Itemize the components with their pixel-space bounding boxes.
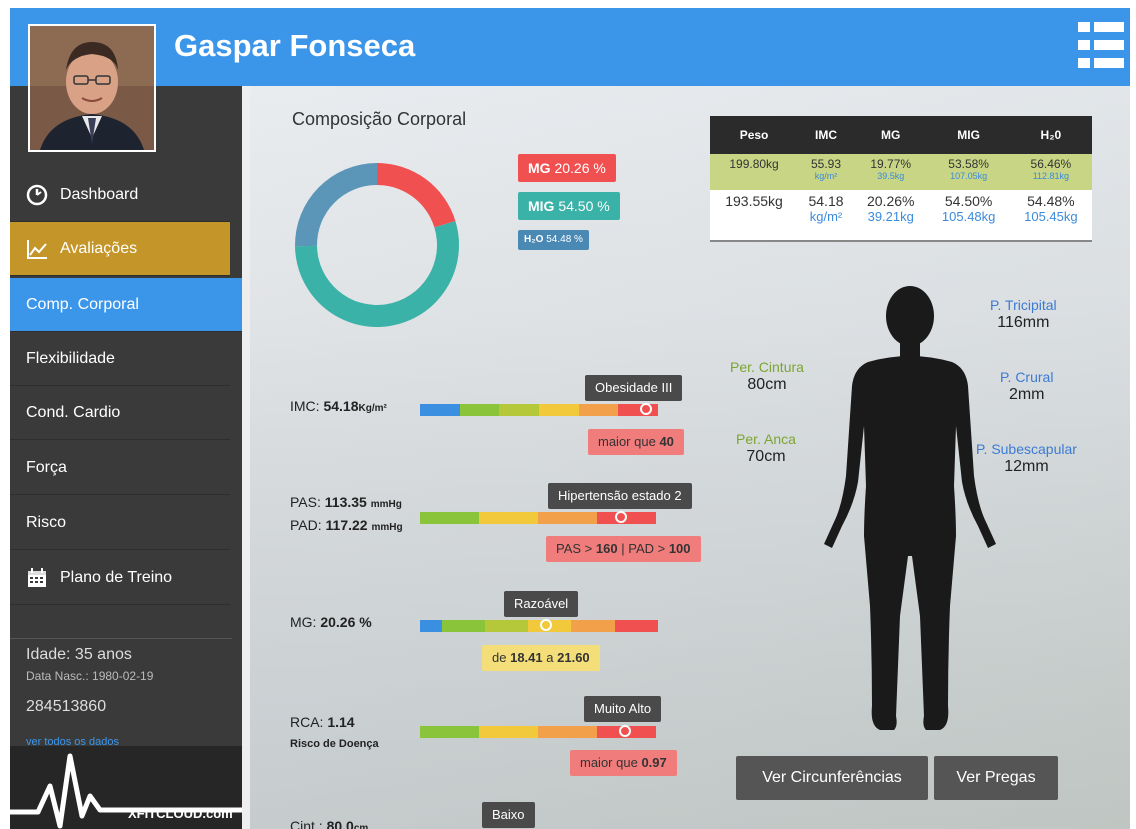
p-tricipital-label: P. Tricipital 116mm xyxy=(990,297,1057,331)
mig-segment xyxy=(295,220,459,327)
rca-status-pill: Muito Alto xyxy=(584,696,662,722)
mig-tag-value: 54.50 % xyxy=(558,198,610,214)
mg-tag: MG 20.26 % xyxy=(518,154,616,182)
sidebar-item-avaliacoes[interactable]: Avaliações xyxy=(10,222,230,276)
other-segment xyxy=(295,163,377,247)
table-header: IMC xyxy=(798,116,854,154)
table-header: MG xyxy=(853,116,928,154)
mg-tag-name: MG xyxy=(528,160,551,176)
sidebar-item-label: Risco xyxy=(26,513,67,531)
age-text: Idade: 35 anos xyxy=(26,646,132,663)
mg-status-pill: Razoável xyxy=(504,591,579,617)
logo-text: XFITCLOUD.com xyxy=(128,806,233,821)
chart-line-icon xyxy=(27,239,47,259)
page-title: Composição Corporal xyxy=(292,109,467,129)
mg-tag-value: 20.26 % xyxy=(554,160,606,176)
imc-gauge-bar xyxy=(420,404,659,416)
ver-circunferencias-button[interactable]: Ver Circunferências xyxy=(736,756,928,800)
table-cell: 54.18 kg/m² xyxy=(798,190,854,242)
stats-table: Peso IMC MG MIG H₂0 199.80kg 55.93 kg/m² … xyxy=(710,116,1092,242)
table-cell: 20.26% 39.21kg xyxy=(853,190,928,242)
h2o-tag-name: H₂O xyxy=(524,234,544,245)
p-subescapular-label: P. Subescapular 12mm xyxy=(976,441,1077,475)
rca-label: RCA: 1.14 Risco de Doença xyxy=(290,714,379,750)
sidebar-item-cond-cardio[interactable]: Cond. Cardio xyxy=(10,386,230,440)
id-number-text: 284513860 xyxy=(26,698,107,715)
table-header: H₂0 xyxy=(1009,116,1092,154)
pressure-status-pill: Hipertensão estado 2 xyxy=(548,483,692,509)
ver-pregas-button[interactable]: Ver Pregas xyxy=(934,756,1058,800)
table-row: 199.80kg 55.93 kg/m² 19.77% 39.5kg 53.58% 1… xyxy=(710,154,1092,190)
sidebar-item-forca[interactable]: Força xyxy=(10,441,230,495)
mig-tag-name: MIG xyxy=(528,198,555,214)
avatar[interactable] xyxy=(28,24,156,152)
list-menu-icon[interactable] xyxy=(1078,22,1124,68)
per-cintura-label: Per. Cintura 80cm xyxy=(730,359,804,393)
table-cell: 55.93 kg/m² xyxy=(798,154,854,190)
sidebar-item-flexibilidade[interactable]: Flexibilidade xyxy=(10,332,230,386)
table-cell: 56.46% 112.81kg xyxy=(1009,154,1092,190)
table-cell: 53.58% 107.05kg xyxy=(927,154,1010,190)
mg-range-pill: de 18.41 a 21.60 xyxy=(482,645,600,671)
imc-range-pill: maior que 40 xyxy=(588,429,684,455)
sidebar-item-risco[interactable]: Risco xyxy=(10,496,230,550)
mg-gauge-bar xyxy=(420,620,658,632)
body-silhouette xyxy=(824,286,996,730)
sidebar-item-plano-treino[interactable]: Plano de Treino xyxy=(10,551,230,605)
sidebar-item-label: Avaliações xyxy=(60,239,138,257)
table-row: 193.55kg 54.18 kg/m² 20.26% 39.21kg 54.50%… xyxy=(710,190,1092,242)
sidebar-item-label: Flexibilidade xyxy=(26,349,115,367)
mg-segment xyxy=(377,163,456,228)
birth-date-text: Data Nasc.: 1980-02-19 xyxy=(26,669,154,683)
sidebar-divider xyxy=(10,638,232,639)
cint-label: Cint.: 80.0cm xyxy=(290,818,369,829)
mg-label: MG: 20.26 % xyxy=(290,614,372,630)
user-name: Gaspar Fonseca xyxy=(174,28,416,63)
sidebar-item-comp-corporal[interactable]: Comp. Corporal xyxy=(10,278,242,332)
composition-donut-chart xyxy=(295,163,459,327)
sidebar-item-label: Comp. Corporal xyxy=(26,295,139,313)
dashboard-icon xyxy=(26,184,48,205)
sidebar-item-dashboard[interactable]: Dashboard xyxy=(10,168,230,222)
imc-label: IMC: 54.18Kg/m² xyxy=(290,398,387,414)
table-cell: 54.50% 105.48kg xyxy=(927,190,1010,242)
rca-range-pill: maior que 0.97 xyxy=(570,750,677,776)
imc-gauge-marker xyxy=(640,403,653,415)
p-crural-label: P. Crural 2mm xyxy=(1000,369,1054,403)
calendar-icon xyxy=(28,567,46,587)
imc-status-pill: Obesidade III xyxy=(585,375,683,401)
cint-status-pill: Baixo xyxy=(482,802,535,828)
xfitcloud-logo: XFITCLOUD.com xyxy=(10,746,242,829)
table-cell: 19.77% 39.5kg xyxy=(853,154,928,190)
sidebar-item-label: Força xyxy=(26,458,67,476)
sidebar: Dashboard Avaliações Comp. Corporal Flex… xyxy=(10,86,242,829)
pressure-gauge-marker xyxy=(614,511,627,523)
sidebar-item-label: Cond. Cardio xyxy=(26,403,121,421)
h2o-tag-value: 54.48 % xyxy=(546,234,583,245)
pressure-label: PAS: 113.35 mmHg PAD: 117.22 mmHg xyxy=(290,494,403,533)
mig-tag: MIG 54.50 % xyxy=(518,192,620,220)
pressure-range-pill: PAS > 160 | PAD > 100 xyxy=(546,536,701,562)
app-window: Gaspar Fonseca Dashboard Avaliações Comp… xyxy=(10,8,1130,829)
avatar-photo xyxy=(30,26,154,150)
table-header-row: Peso IMC MG MIG H₂0 xyxy=(710,116,1092,154)
sidebar-item-label: Plano de Treino xyxy=(60,568,173,586)
table-header: Peso xyxy=(710,116,799,154)
per-anca-label: Per. Anca 70cm xyxy=(736,431,796,465)
table-cell: 54.48% 105.45kg xyxy=(1009,190,1092,242)
table-cell: 199.80kg xyxy=(710,154,799,190)
table-cell: 193.55kg xyxy=(710,190,799,242)
header-bar: Gaspar Fonseca xyxy=(10,8,1130,86)
h2o-tag: H₂O 54.48 % xyxy=(518,230,589,250)
sidebar-item-label: Dashboard xyxy=(60,185,139,203)
main-panel: Composição Corporal MG 20.26 % MIG 54.50… xyxy=(250,86,1130,829)
table-header: MIG xyxy=(927,116,1010,154)
